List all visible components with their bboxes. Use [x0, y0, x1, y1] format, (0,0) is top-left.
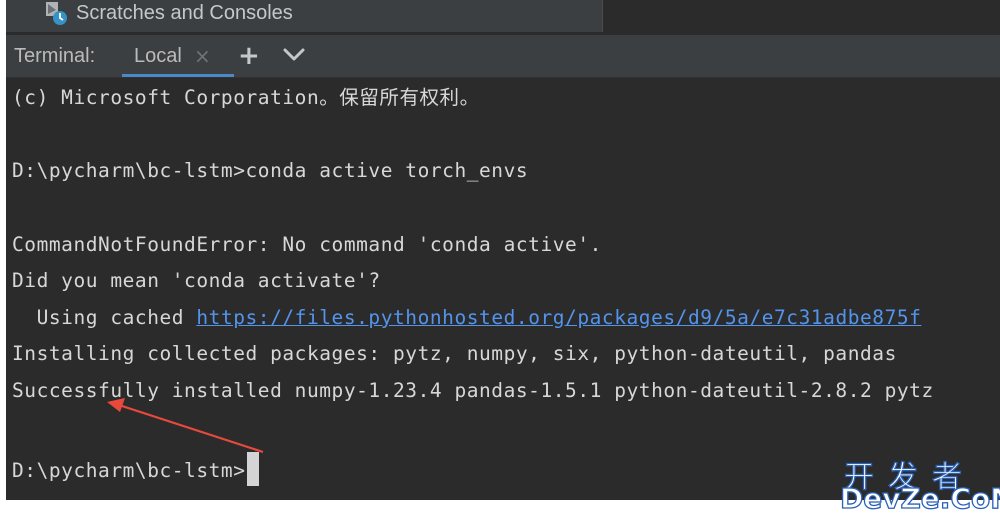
watermark: 开发者 DevZe.CoM	[838, 452, 1000, 518]
tab-local-label: Local	[134, 45, 182, 67]
terminal-line: D:\pycharm\bc-lstm>conda active torch_en…	[12, 159, 529, 182]
terminal-line: Did you mean 'conda activate'?	[12, 269, 381, 292]
close-icon[interactable]: ×	[194, 44, 211, 68]
terminal-line: Installing collected packages: pytz, num…	[12, 342, 897, 365]
new-terminal-button[interactable]: +	[238, 41, 260, 71]
cached-label: Using cached	[12, 306, 197, 329]
tab-local[interactable]: Local ×	[122, 35, 234, 77]
chevron-down-icon[interactable]	[282, 45, 306, 65]
active-tab-indicator	[122, 74, 234, 77]
terminal-title: Terminal:	[14, 45, 96, 67]
annotation-arrow	[107, 398, 264, 454]
watermark-latin: DevZe.CoM	[839, 481, 1000, 515]
prompt-text: D:\pycharm\bc-lstm>	[12, 459, 246, 482]
terminal-toolbar: Terminal: Local × +	[6, 35, 1000, 78]
text-cursor	[246, 452, 259, 486]
scratches-icon	[46, 2, 67, 25]
terminal-prompt-line: D:\pycharm\bc-lstm>	[12, 452, 259, 486]
terminal-line-cached: Using cached https://files.pythonhosted.…	[12, 306, 921, 330]
scratches-and-consoles-item[interactable]: Scratches and Consoles	[6, 0, 603, 32]
package-link[interactable]: https://files.pythonhosted.org/packages/…	[196, 306, 921, 329]
project-tree-strip: Scratches and Consoles	[6, 0, 1000, 32]
terminal-line: CommandNotFoundError: No command 'conda …	[12, 233, 602, 256]
scratches-label: Scratches and Consoles	[76, 2, 293, 24]
terminal-line: (c) Microsoft Corporation。保留所有权利。	[12, 86, 480, 109]
